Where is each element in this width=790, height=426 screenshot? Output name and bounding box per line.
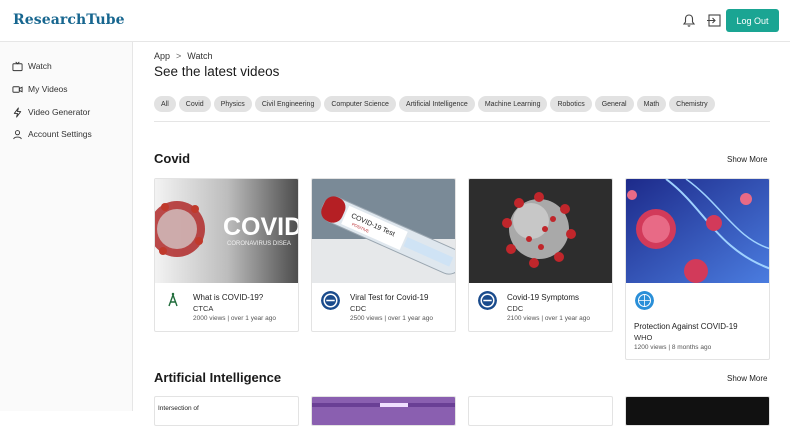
filter-chip-robotics[interactable]: Robotics: [550, 96, 592, 112]
video-card[interactable]: COVID CORONAVIRUS DISEA What is COVID-19…: [154, 178, 299, 332]
thumbnail-subtext: CORONAVIRUS DISEA: [227, 241, 291, 247]
filter-chip-chemistry[interactable]: Chemistry: [669, 96, 715, 112]
breadcrumb-current: Watch: [187, 51, 213, 61]
sidebar-item-label: Watch: [28, 61, 52, 71]
sidebar-item-my-videos[interactable]: My Videos: [12, 82, 68, 96]
sidebar-item-account-settings[interactable]: Account Settings: [12, 127, 92, 141]
video-card[interactable]: [468, 396, 613, 426]
channel-avatar-who[interactable]: [635, 291, 654, 310]
top-bar: ResearchTube Log Out: [0, 0, 790, 42]
video-meta: 1200 views | 8 months ago: [634, 344, 712, 351]
filter-chip-physics[interactable]: Physics: [213, 96, 252, 112]
video-title[interactable]: Viral Test for Covid-19: [350, 293, 428, 302]
section-title-covid: Covid: [154, 151, 191, 166]
tv-icon: [12, 61, 23, 71]
video-meta: 2500 views | over 1 year ago: [350, 315, 433, 322]
brand-logo[interactable]: ResearchTube: [13, 12, 125, 28]
video-meta: 2100 views | over 1 year ago: [507, 315, 590, 322]
category-filter-bar: All Covid Physics Civil Engineering Comp…: [154, 96, 715, 112]
filter-chip-machine-learning[interactable]: Machine Learning: [477, 96, 548, 112]
video-thumbnail[interactable]: COVID CORONAVIRUS DISEA: [155, 179, 299, 283]
filter-chip-computer-science[interactable]: Computer Science: [324, 96, 396, 112]
divider: [154, 121, 770, 122]
thumbnail-text: COVID: [223, 213, 299, 241]
video-thumbnail[interactable]: [312, 397, 456, 426]
channel-name[interactable]: CDC: [507, 304, 523, 313]
filter-chip-covid[interactable]: Covid: [178, 96, 211, 112]
channel-name[interactable]: CDC: [350, 304, 366, 313]
breadcrumb: App > Watch: [154, 51, 212, 61]
video-card[interactable]: Intersection of: [154, 396, 299, 426]
video-card[interactable]: Covid-19 Symptoms CDC 2100 views | over …: [468, 178, 613, 332]
page-title: See the latest videos: [154, 64, 280, 79]
video-thumbnail[interactable]: [469, 179, 613, 283]
channel-name[interactable]: WHO: [634, 333, 652, 342]
channel-avatar-cdc[interactable]: [321, 291, 340, 310]
video-thumbnail[interactable]: COVID-19 Test POSITIVE: [312, 179, 456, 283]
video-card[interactable]: Protection Against COVID-19 WHO 1200 vie…: [625, 178, 770, 360]
video-title[interactable]: Covid-19 Symptoms: [507, 293, 579, 302]
video-card[interactable]: [311, 396, 456, 426]
video-camera-icon: [12, 85, 23, 93]
user-icon: [13, 129, 22, 139]
log-out-button[interactable]: Log Out: [726, 9, 779, 32]
breadcrumb-root[interactable]: App: [154, 51, 170, 61]
filter-chip-general[interactable]: General: [594, 96, 634, 112]
video-meta: 2000 views | over 1 year ago: [193, 315, 276, 322]
sidebar-item-watch[interactable]: Watch: [12, 59, 52, 73]
filter-chip-artificial-intelligence[interactable]: Artificial Intelligence: [398, 96, 475, 112]
show-more-link-artificial-intelligence[interactable]: Show More: [727, 374, 767, 383]
channel-name[interactable]: CTCA: [193, 304, 213, 313]
lightning-icon: [13, 106, 22, 118]
sidebar-item-label: Video Generator: [28, 107, 91, 117]
sidebar: Watch My Videos Video Generator Account …: [0, 42, 133, 411]
chevron-right-icon: >: [176, 51, 182, 61]
sign-out-icon[interactable]: [706, 13, 722, 28]
channel-avatar-ctca[interactable]: [164, 291, 183, 310]
sidebar-item-video-generator[interactable]: Video Generator: [12, 105, 90, 119]
section-title-artificial-intelligence: Artificial Intelligence: [154, 370, 282, 385]
channel-avatar-cdc[interactable]: [478, 291, 497, 310]
video-card[interactable]: [625, 396, 770, 426]
sidebar-item-label: My Videos: [28, 84, 68, 94]
video-card[interactable]: COVID-19 Test POSITIVE Viral Test for Co…: [311, 178, 456, 332]
bell-icon[interactable]: [682, 13, 696, 28]
video-title[interactable]: Protection Against COVID-19: [634, 322, 738, 331]
video-thumbnail[interactable]: [626, 179, 770, 283]
filter-chip-math[interactable]: Math: [636, 96, 667, 112]
filter-chip-all[interactable]: All: [154, 96, 176, 112]
sidebar-item-label: Account Settings: [28, 129, 92, 139]
show-more-link-covid[interactable]: Show More: [727, 155, 767, 164]
filter-chip-civil-engineering[interactable]: Civil Engineering: [254, 96, 322, 112]
video-title[interactable]: What is COVID-19?: [193, 293, 263, 302]
